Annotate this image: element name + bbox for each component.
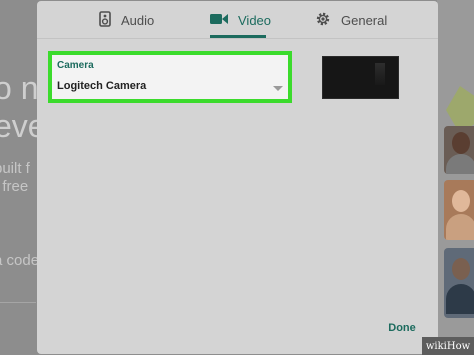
camera-select-label: Camera [57,60,94,71]
background-photo-2 [444,180,474,240]
background-photo-1 [444,126,474,174]
tab-video[interactable]: Video [210,1,271,39]
watermark-logo: wikiHow [422,337,474,355]
tab-general-label: General [341,12,388,28]
tab-video-label: Video [238,12,272,28]
done-button[interactable]: Done [381,317,423,339]
camera-select[interactable]: Camera Logitech Camera [48,51,292,103]
chevron-down-icon [273,86,283,91]
settings-dialog: Audio Video General Camera Logitech Came… [37,1,438,354]
background-heading-line-1: o n [0,70,39,106]
speaker-icon [99,10,111,30]
tab-audio-label: Audio [121,12,155,28]
tab-audio[interactable]: Audio [99,1,154,39]
background-text-line-5: a code [0,252,40,269]
settings-tabs: Audio Video General [37,1,438,39]
background-text-line-3: built f [0,160,30,177]
gear-icon [315,11,331,30]
background-photo-3 [444,248,474,318]
background-divider [0,302,36,303]
camera-preview [322,56,399,99]
camera-select-value: Logitech Camera [57,80,147,92]
tab-general[interactable]: General [315,1,387,39]
background-text-line-4: t free [0,178,29,195]
video-camera-icon [210,13,228,28]
active-tab-indicator [210,35,266,38]
